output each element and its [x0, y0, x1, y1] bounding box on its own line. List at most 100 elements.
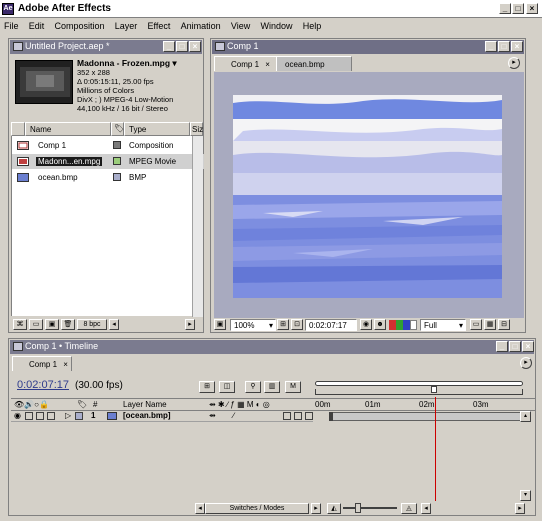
comp-maximize-button[interactable]: □ [498, 41, 510, 52]
tab-close-icon[interactable]: × [63, 360, 68, 369]
layer-row[interactable]: ◉ ▷ 1 [ocean.bmp] ⇴ ∕ [11, 411, 313, 422]
project-minimize-button[interactable]: _ [163, 41, 175, 52]
zoom-select[interactable]: 100% ▾ [230, 319, 276, 331]
snapshot-icon[interactable]: ◉ [360, 319, 372, 330]
audio-toggle[interactable] [25, 412, 33, 420]
time-navigator[interactable] [313, 379, 525, 397]
comp-close-button[interactable]: × [511, 41, 523, 52]
menu-help[interactable]: Help [299, 18, 326, 31]
minimize-button[interactable]: _ [499, 3, 511, 14]
show-snapshot-icon[interactable]: ☻ [374, 319, 386, 330]
frame-blending-icon[interactable]: ▥ [264, 381, 280, 393]
switch-box[interactable] [294, 412, 302, 420]
safe-zones-icon[interactable]: ⊞ [277, 319, 289, 330]
tab-timeline-comp-1[interactable]: Comp 1 × [12, 356, 72, 371]
timeline-minimize-button[interactable]: _ [496, 341, 508, 352]
timeline-close-button[interactable]: × [522, 341, 534, 352]
project-item-ocean[interactable]: ocean.bmp BMP [12, 170, 204, 185]
playhead-line[interactable] [435, 397, 436, 501]
comp-minimize-button[interactable]: _ [485, 41, 497, 52]
column-type[interactable]: Type [124, 122, 190, 136]
collapse-switch-icon[interactable]: ⇴ [209, 411, 216, 420]
region-of-interest-icon[interactable]: ▭ [470, 319, 482, 330]
column-layer-name[interactable]: Layer Name [123, 400, 167, 409]
camera-view-icon[interactable]: ⊟ [498, 319, 510, 330]
expand-layer-icon[interactable]: ▷ [65, 411, 71, 420]
layer-track-area[interactable]: ▴ ▾ [313, 397, 531, 501]
project-item-comp-1[interactable]: Comp 1 Composition [12, 138, 204, 153]
zoom-out-icon[interactable]: ◭ [327, 503, 341, 514]
solo-toggle[interactable] [36, 412, 44, 420]
menu-animation[interactable]: Animation [177, 18, 225, 31]
menu-composition[interactable]: Composition [51, 18, 109, 31]
column-hash[interactable]: # [93, 400, 97, 409]
close-button[interactable]: × [526, 3, 538, 14]
scroll-left-icon[interactable]: ◂ [195, 503, 205, 514]
menu-layer[interactable]: Layer [111, 18, 142, 31]
timeline-panel: Comp 1 • Timeline _ □ × Comp 1 × ▸ 0:02:… [8, 338, 536, 516]
composition-viewer[interactable] [214, 72, 524, 318]
new-composition-icon[interactable]: ▣ [45, 319, 59, 330]
zoom-in-icon[interactable]: ◬ [401, 503, 417, 514]
layer-name[interactable]: [ocean.bmp] [123, 411, 171, 420]
motion-blur-icon[interactable]: M [285, 381, 301, 393]
scroll-up-icon[interactable]: ▴ [520, 411, 531, 422]
scroll-left-icon[interactable]: ◂ [421, 503, 431, 514]
trash-icon[interactable]: 🗑 [61, 319, 75, 330]
tab-close-icon[interactable]: × [265, 60, 270, 69]
switches-icons: ⇴ ✱ ∕ ƒ ▦ M ◐ ◎ [209, 400, 270, 409]
bit-depth-button[interactable]: 8 bpc [77, 319, 107, 330]
label-column-icon[interactable]: 🏷 [111, 122, 124, 136]
switch-box[interactable] [305, 412, 313, 420]
panel-menu-icon[interactable]: ▸ [508, 57, 520, 69]
layer-duration-bar[interactable] [329, 412, 527, 421]
time-ruler[interactable]: 00m 01m 02m 03m [313, 399, 533, 411]
scroll-left-icon[interactable]: ◂ [109, 319, 119, 330]
transparency-grid-icon[interactable]: ▦ [484, 319, 496, 330]
switch-box[interactable] [283, 412, 291, 420]
interpret-footage-icon[interactable]: ⌘ [13, 319, 27, 330]
project-close-button[interactable]: × [189, 41, 201, 52]
always-preview-icon[interactable]: ▣ [214, 319, 226, 330]
zoom-slider[interactable] [343, 507, 397, 509]
draft-3d-icon[interactable]: ◫ [219, 381, 235, 393]
channel-rgb-icon[interactable] [389, 320, 417, 330]
timeline-tabs: Comp 1 × ▸ [10, 356, 536, 371]
column-size[interactable]: Siz [190, 122, 203, 136]
scroll-right-icon[interactable]: ▸ [515, 503, 525, 514]
project-scrollbar[interactable] [192, 136, 203, 317]
timeline-menu-icon[interactable]: ▸ [520, 357, 532, 369]
timeline-maximize-button[interactable]: □ [509, 341, 521, 352]
menu-file[interactable]: File [0, 18, 23, 31]
menu-edit[interactable]: Edit [25, 18, 49, 31]
menu-effect[interactable]: Effect [144, 18, 175, 31]
project-maximize-button[interactable]: □ [176, 41, 188, 52]
video-visibility-icon[interactable]: ◉ [14, 411, 21, 420]
project-item-madonna[interactable]: Madonn...en.mpg MPEG Movie [12, 154, 204, 169]
new-folder-icon[interactable]: ▭ [29, 319, 43, 330]
lock-toggle[interactable] [47, 412, 55, 420]
zoom-slider-thumb[interactable] [355, 503, 361, 513]
label-column-icon[interactable]: 🏷 [77, 400, 87, 409]
timeline-title-bar: Comp 1 • Timeline _ □ × [10, 340, 534, 354]
shy-layers-icon[interactable]: ⚲ [245, 381, 261, 393]
tab-comp-1[interactable]: Comp 1 × [214, 56, 278, 71]
scroll-right-icon[interactable]: ▸ [185, 319, 195, 330]
quality-switch-icon[interactable]: ∕ [233, 411, 234, 420]
mask-view-icon[interactable]: ⊡ [291, 319, 303, 330]
switches-modes-toggle[interactable]: Switches / Modes [205, 503, 309, 514]
maximize-button[interactable]: □ [512, 3, 524, 14]
layer-label-swatch[interactable] [75, 412, 83, 420]
column-name[interactable]: Name [25, 122, 111, 136]
footage-name[interactable]: Madonna - Frozen.mpg ▾ [77, 59, 203, 68]
menu-window[interactable]: Window [256, 18, 296, 31]
comp-marker-icon[interactable]: ⊞ [199, 381, 215, 393]
tab-ocean-bmp[interactable]: ocean.bmp [276, 56, 352, 71]
resolution-select[interactable]: Full ▾ [420, 319, 466, 331]
current-time-display[interactable]: 0:02:07:17 [305, 319, 357, 331]
timeline-current-time[interactable]: 0:02:07:17 (30.00 fps) [17, 379, 123, 391]
scroll-down-icon[interactable]: ▾ [520, 490, 531, 501]
menu-view[interactable]: View [227, 18, 254, 31]
scroll-right-icon[interactable]: ▸ [311, 503, 321, 514]
in-point-handle[interactable] [329, 412, 333, 421]
